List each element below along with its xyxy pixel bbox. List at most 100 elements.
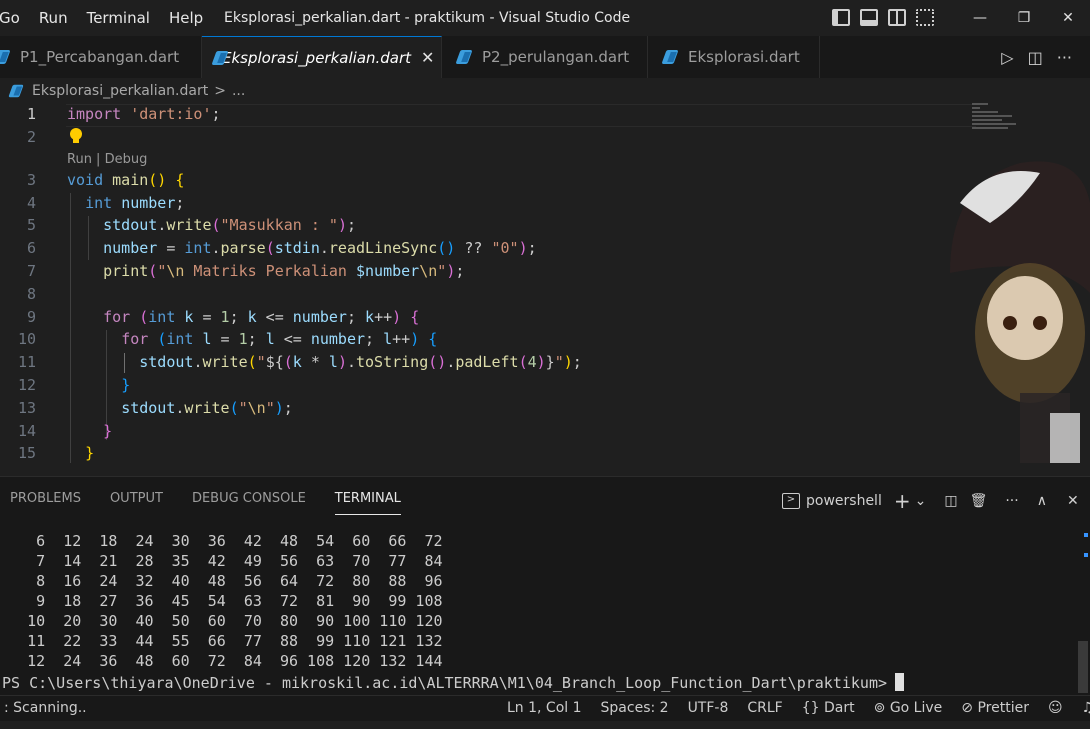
toggle-primary-sidebar-icon[interactable] <box>832 9 850 26</box>
kill-terminal-icon[interactable]: 🗑 <box>970 493 988 509</box>
taskbar-edge <box>0 721 1090 729</box>
tab-label: P1_Percabangan.dart <box>20 48 180 66</box>
code-line-9: for (int k = 1; k <= number; k++) { <box>103 308 420 326</box>
tab-eksplorasi-perkalian[interactable]: Eksplorasi_perkalian.dart ✕ <box>202 36 442 78</box>
close-tab-icon[interactable]: ✕ <box>421 48 434 67</box>
customize-layout-icon[interactable] <box>916 9 934 26</box>
tab-output[interactable]: OUTPUT <box>110 491 163 515</box>
status-language[interactable]: {} Dart <box>802 700 855 716</box>
terminal-row: 7 14 21 28 35 42 49 56 63 70 77 84 <box>0 552 443 570</box>
line-number: 1 <box>26 105 36 123</box>
minimize-button[interactable]: — <box>958 0 1002 36</box>
toggle-secondary-sidebar-icon[interactable] <box>888 9 906 26</box>
new-terminal-icon[interactable]: + <box>894 489 911 513</box>
tab-p2-perulangan[interactable]: P2_perulangan.dart <box>442 36 648 78</box>
terminal-shell-icon: > <box>782 493 800 509</box>
terminal-prompt: PS C:\Users\thiyara\OneDrive - mikroskil… <box>2 674 888 692</box>
accounts-icon[interactable]: ☺ <box>1048 700 1063 716</box>
menu-terminal[interactable]: Terminal <box>87 9 150 27</box>
tab-p1-percabangan[interactable]: P1_Percabangan.dart <box>0 36 202 78</box>
more-actions-icon[interactable]: ··· <box>1005 493 1018 509</box>
status-eol[interactable]: CRLF <box>747 700 782 716</box>
terminal-cursor <box>895 673 905 691</box>
tab-debug-console[interactable]: DEBUG CONSOLE <box>192 491 306 515</box>
close-window-button[interactable]: ✕ <box>1046 0 1090 36</box>
split-editor-icon[interactable]: ◫ <box>1028 48 1043 67</box>
terminal-dropdown-icon[interactable]: ⌄ <box>915 493 927 509</box>
status-language-label: Dart <box>824 700 855 716</box>
code-line-4: int number; <box>85 194 185 212</box>
status-cursor-position[interactable]: Ln 1, Col 1 <box>507 700 582 716</box>
code-line-5: stdout.write("Masukkan : "); <box>103 216 356 234</box>
dart-file-icon <box>0 49 10 65</box>
status-prettier-label: Prettier <box>977 700 1029 716</box>
toggle-panel-icon[interactable] <box>860 9 878 26</box>
braces-icon: {} <box>801 700 820 716</box>
restore-button[interactable]: ❐ <box>1002 0 1046 36</box>
line-number: 2 <box>26 128 36 146</box>
run-icon[interactable]: ▷ <box>1001 48 1013 67</box>
terminal-row: 9 18 27 36 45 54 63 72 81 90 99 108 <box>0 592 443 610</box>
menu-help[interactable]: Help <box>169 9 203 27</box>
breadcrumb-file[interactable]: Eksplorasi_perkalian.dart <box>32 83 208 99</box>
tab-label: Eksplorasi_perkalian.dart <box>222 48 412 67</box>
menu-go[interactable]: Go <box>0 9 20 27</box>
status-encoding[interactable]: UTF-8 <box>688 700 729 716</box>
split-terminal-icon[interactable]: ◫ <box>944 493 957 509</box>
tab-label: Eksplorasi.dart <box>688 48 800 66</box>
minimap[interactable] <box>972 103 1032 143</box>
terminal-row: 10 20 30 40 50 60 70 80 90 100 110 120 <box>0 612 443 630</box>
broadcast-icon: ⊚ <box>873 700 886 716</box>
more-actions-icon[interactable]: ··· <box>1057 48 1072 67</box>
status-prettier[interactable]: ⊘ Prettier <box>961 700 1029 716</box>
menu-run[interactable]: Run <box>39 9 68 27</box>
tab-terminal[interactable]: TERMINAL <box>334 491 401 515</box>
panel-actions: > powershell + ⌄ ◫ 🗑 ··· ∧ ✕ <box>782 489 1079 513</box>
code-editor[interactable]: 1 2 3 4 5 6 7 8 9 10 11 12 13 14 15 impo… <box>0 103 1090 475</box>
window-controls: — ❐ ✕ <box>958 0 1090 36</box>
status-indentation[interactable]: Spaces: 2 <box>601 700 669 716</box>
close-panel-icon[interactable]: ✕ <box>1067 493 1079 509</box>
code-line-12: } <box>121 376 131 394</box>
code-line-10: for (int l = 1; l <= number; l++) { <box>121 330 438 348</box>
lightbulb-icon[interactable] <box>70 128 82 144</box>
notifications-bell-icon[interactable]: ♫ <box>1082 700 1090 716</box>
prettier-status-icon: ⊘ <box>961 700 973 716</box>
breadcrumb-more[interactable]: ... <box>232 83 245 99</box>
line-number: 5 <box>26 216 36 234</box>
breadcrumb-separator: > <box>214 83 226 99</box>
line-number: 6 <box>26 239 36 257</box>
status-scanning[interactable]: : Scanning.. <box>4 700 87 716</box>
editor-tab-bar: P1_Percabangan.dart Eksplorasi_perkalian… <box>0 36 1090 78</box>
code-line-13: stdout.write("\n"); <box>121 399 293 417</box>
terminal-output[interactable]: 6 12 18 24 30 36 42 48 54 60 66 72 7 14 … <box>0 532 443 672</box>
title-bar: Go Run Terminal Help Eksplorasi_perkalia… <box>0 0 1090 36</box>
status-golive[interactable]: ⊚ Go Live <box>874 700 943 716</box>
codelens-run-debug[interactable]: Run | Debug <box>67 152 147 167</box>
terminal-prompt-line[interactable]: PS C:\Users\thiyara\OneDrive - mikroskil… <box>2 673 905 692</box>
code-line-7: print("\n Matriks Perkalian $number\n"); <box>103 262 465 280</box>
tab-eksplorasi[interactable]: Eksplorasi.dart <box>648 36 820 78</box>
terminal-scrollbar[interactable] <box>1078 641 1088 693</box>
line-number: 7 <box>26 262 36 280</box>
line-number: 3 <box>26 171 36 189</box>
line-number: 13 <box>17 399 36 417</box>
background-character-image <box>950 161 1090 463</box>
line-number: 11 <box>17 353 36 371</box>
status-golive-label: Go Live <box>889 700 943 716</box>
line-number: 9 <box>26 308 36 326</box>
code-line-3: void main() { <box>67 171 185 189</box>
panel-tabs: PROBLEMS OUTPUT DEBUG CONSOLE TERMINAL <box>10 491 401 515</box>
code-line-1: import 'dart:io'; <box>67 105 221 123</box>
line-number: 4 <box>26 194 36 212</box>
code-line-15: } <box>85 444 95 462</box>
tab-problems[interactable]: PROBLEMS <box>10 491 81 515</box>
layout-controls <box>832 9 934 26</box>
code-line-11: stdout.write("${(k * l).toString().padLe… <box>139 353 582 371</box>
breadcrumb: Eksplorasi_perkalian.dart > ... <box>0 79 1090 103</box>
line-number: 14 <box>17 422 36 440</box>
status-bar: : Scanning.. Ln 1, Col 1 Spaces: 2 UTF-8… <box>0 695 1090 721</box>
bottom-panel: PROBLEMS OUTPUT DEBUG CONSOLE TERMINAL >… <box>0 476 1090 695</box>
shell-name[interactable]: powershell <box>806 493 882 509</box>
maximize-panel-icon[interactable]: ∧ <box>1037 493 1047 509</box>
